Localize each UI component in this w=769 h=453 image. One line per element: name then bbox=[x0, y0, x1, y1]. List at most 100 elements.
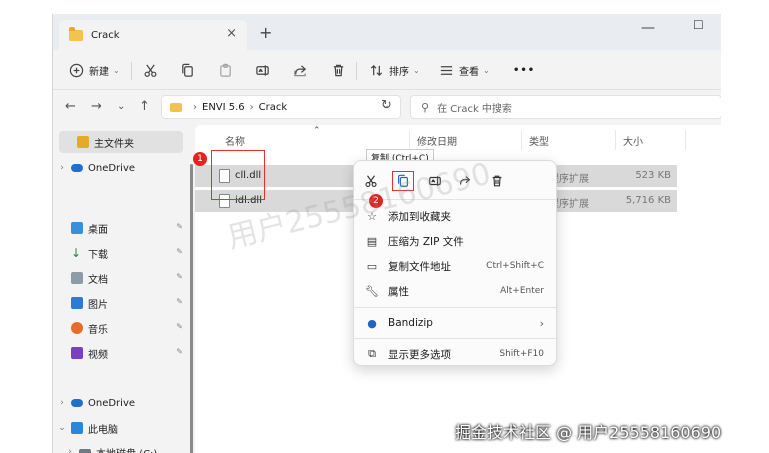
menu-item-label: 显示更多选项 bbox=[388, 348, 451, 361]
sidebar-item-pictures[interactable]: 图片 ✎ bbox=[53, 292, 189, 314]
delete-button[interactable] bbox=[331, 60, 346, 80]
tab-bar: Crack × + — ☐ bbox=[53, 14, 721, 50]
menu-divider bbox=[354, 338, 556, 339]
breadcrumb-separator: › bbox=[249, 101, 254, 113]
copy-icon bbox=[182, 63, 193, 77]
sort-icon bbox=[370, 64, 383, 76]
refresh-icon[interactable]: ↻ bbox=[381, 98, 392, 113]
view-label: 查看 bbox=[459, 66, 479, 78]
computer-icon bbox=[71, 422, 83, 434]
desktop-icon bbox=[71, 222, 83, 234]
wrench-icon: 🔧︎ bbox=[365, 284, 379, 298]
sort-label: 排序 bbox=[389, 66, 409, 78]
pin-icon[interactable]: ✎ bbox=[176, 297, 183, 306]
view-button[interactable]: 查看 ⌄ bbox=[439, 60, 490, 80]
sidebar-item-onedrive[interactable]: › OneDrive bbox=[53, 157, 189, 179]
column-header-name[interactable]: 名称 bbox=[225, 133, 245, 148]
divider bbox=[131, 62, 132, 80]
sidebar-item-local-disk[interactable]: › 本地磁盘 (C:) bbox=[61, 441, 197, 453]
sidebar-item-home[interactable]: 主文件夹 bbox=[59, 131, 183, 153]
menu-item-shortcut: Shift+F10 bbox=[499, 349, 544, 359]
menu-item-label: 属性 bbox=[388, 285, 409, 298]
search-input[interactable]: ⚲ 在 Crack 中搜索 bbox=[410, 95, 721, 119]
back-arrow-icon[interactable]: ← bbox=[65, 99, 76, 114]
minimize-button[interactable]: — bbox=[641, 20, 655, 36]
cloud-icon bbox=[71, 399, 83, 407]
breadcrumb-crack[interactable]: Crack bbox=[259, 102, 288, 113]
chevron-down-icon: ⌄ bbox=[113, 65, 120, 75]
sidebar-item-documents[interactable]: 文档 ✎ bbox=[53, 267, 189, 289]
column-divider[interactable] bbox=[521, 130, 522, 150]
tab-crack[interactable]: Crack × bbox=[59, 20, 247, 50]
menu-item-label: Bandizip bbox=[388, 317, 433, 329]
sidebar-item-onedrive-2[interactable]: › OneDrive bbox=[53, 392, 189, 414]
new-tab-button[interactable]: + bbox=[259, 23, 272, 42]
more-options-button[interactable]: ••• bbox=[513, 60, 535, 80]
chevron-down-icon[interactable]: ⌄ bbox=[53, 423, 71, 433]
column-divider[interactable] bbox=[685, 130, 686, 150]
menu-divider bbox=[354, 307, 556, 308]
column-header-size[interactable]: 大小 bbox=[623, 133, 643, 148]
sidebar-item-music[interactable]: 音乐 ✎ bbox=[53, 317, 189, 339]
chevron-right-icon[interactable]: › bbox=[53, 163, 71, 173]
menu-item-properties[interactable]: 🔧︎ 属性 Alt+Enter bbox=[364, 280, 550, 302]
pin-icon[interactable]: ✎ bbox=[176, 222, 183, 231]
sidebar-item-label: 图片 bbox=[88, 299, 108, 311]
home-icon bbox=[77, 136, 89, 148]
address-field[interactable]: › ENVI 5.6 › Crack ⌄ bbox=[161, 95, 401, 119]
menu-item-label: 复制文件地址 bbox=[388, 260, 451, 273]
sidebar-scrollbar[interactable] bbox=[190, 164, 193, 453]
rename-icon bbox=[256, 64, 269, 76]
chevron-right-icon[interactable]: › bbox=[53, 398, 71, 408]
sidebar-item-downloads[interactable]: ↓ 下载 ✎ bbox=[53, 242, 189, 264]
download-icon: ↓ bbox=[71, 246, 82, 260]
menu-item-bandizip[interactable]: ● Bandizip › bbox=[364, 312, 550, 334]
menu-item-show-more[interactable]: ⧉ 显示更多选项 Shift+F10 bbox=[364, 343, 550, 365]
music-icon bbox=[71, 322, 83, 334]
path-icon: ▭ bbox=[366, 259, 378, 273]
file-size: 5,716 KB bbox=[625, 195, 671, 206]
sidebar-item-label: 主文件夹 bbox=[94, 138, 134, 150]
more-options-icon: ⧉ bbox=[368, 347, 376, 360]
pin-icon[interactable]: ✎ bbox=[176, 247, 183, 256]
chevron-right-icon[interactable]: › bbox=[61, 447, 79, 453]
column-header-date[interactable]: 修改日期 bbox=[417, 133, 457, 148]
document-icon bbox=[71, 272, 83, 284]
zip-icon: ▤ bbox=[366, 234, 378, 248]
pin-icon[interactable]: ✎ bbox=[176, 272, 183, 281]
sidebar-item-label: 视频 bbox=[88, 349, 108, 361]
sidebar-item-label: 本地磁盘 (C:) bbox=[96, 445, 157, 453]
tab-close-button[interactable]: × bbox=[226, 26, 237, 41]
cut-button[interactable] bbox=[143, 60, 158, 80]
menu-item-shortcut: Ctrl+Shift+C bbox=[486, 261, 544, 271]
sidebar-item-this-pc[interactable]: ⌄ 此电脑 bbox=[53, 417, 189, 439]
breadcrumb-envi[interactable]: ENVI 5.6 bbox=[202, 102, 245, 113]
menu-item-copy-path[interactable]: ▭ 复制文件地址 Ctrl+Shift+C bbox=[364, 255, 550, 277]
rename-button[interactable] bbox=[255, 60, 270, 80]
sort-button[interactable]: 排序 ⌄ bbox=[369, 60, 420, 80]
pin-icon[interactable]: ✎ bbox=[176, 322, 183, 331]
sidebar-item-desktop[interactable]: 桌面 ✎ bbox=[53, 217, 189, 239]
column-divider[interactable] bbox=[409, 130, 410, 150]
chevron-down-icon: ⌄ bbox=[413, 65, 420, 75]
sidebar-item-videos[interactable]: 视频 ✎ bbox=[53, 342, 189, 364]
search-placeholder: 在 Crack 中搜索 bbox=[437, 103, 512, 115]
new-button[interactable]: 新建 ⌄ bbox=[69, 60, 120, 80]
column-header-type[interactable]: 类型 bbox=[529, 133, 549, 148]
copy-button[interactable] bbox=[180, 60, 195, 80]
up-arrow-icon[interactable]: ↑ bbox=[139, 99, 150, 114]
share-button[interactable] bbox=[293, 60, 308, 80]
command-bar: 新建 ⌄ 排序 ⌄ 查看 ⌄ ••• bbox=[53, 50, 721, 90]
file-size: 523 KB bbox=[635, 170, 671, 181]
menu-item-shortcut: Alt+Enter bbox=[500, 286, 544, 296]
credit-watermark: 掘金技术社区 @ 用户25558160690 bbox=[455, 423, 722, 442]
sidebar-item-label: 音乐 bbox=[88, 324, 108, 336]
menu-item-compress-zip[interactable]: ▤ 压缩为 ZIP 文件 bbox=[364, 230, 550, 252]
recent-chevron-icon[interactable]: ⌄ bbox=[117, 101, 125, 112]
menu-item-label: 压缩为 ZIP 文件 bbox=[388, 235, 464, 248]
column-divider[interactable] bbox=[615, 130, 616, 150]
forward-arrow-icon[interactable]: → bbox=[91, 99, 102, 114]
maximize-button[interactable]: ☐ bbox=[693, 18, 704, 32]
paste-button[interactable] bbox=[218, 60, 233, 80]
pin-icon[interactable]: ✎ bbox=[176, 347, 183, 356]
